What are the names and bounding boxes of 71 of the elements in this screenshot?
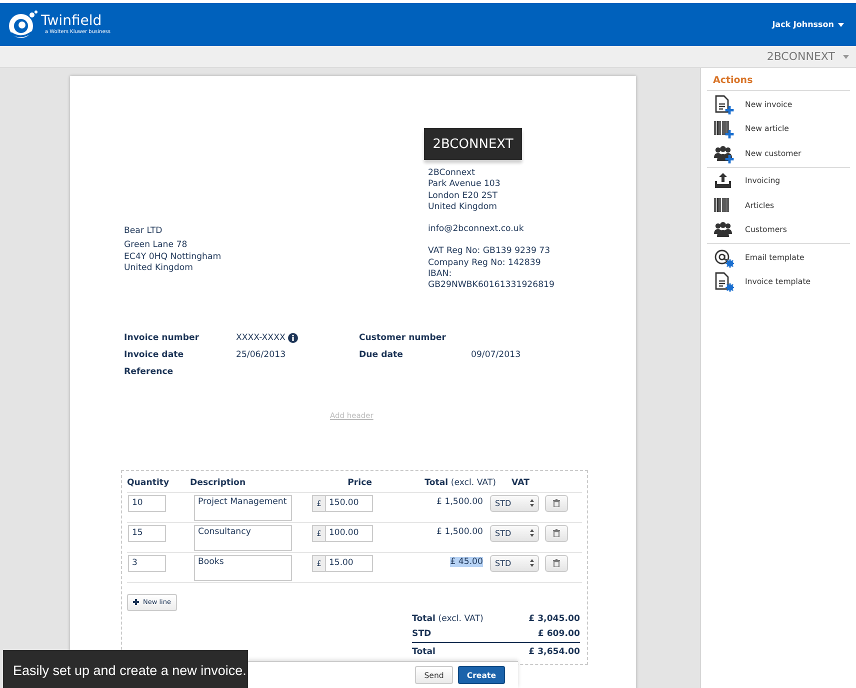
field-value: XXXX-XXXX [236,332,286,345]
quantity-field[interactable]: 10 [128,494,166,512]
field-value: 09/07/2013 [471,348,521,362]
registration-line: IBAN: [428,269,453,280]
line-total: £ 45.00 [450,556,483,567]
plus-badge-icon [725,154,734,164]
registration-line: Company Reg No: 142839 [428,258,542,270]
column-header: Quantity [127,478,170,488]
caret-icon [843,54,849,58]
gear-badge-icon [725,283,734,292]
caption-text: Easily set up and create a new invoice. [13,663,246,678]
trash-icon [553,559,560,568]
total-label: STD [412,628,432,641]
line-total: £ 1,500.00 [436,526,483,537]
field-label: Customer number [359,332,447,345]
gear-badge-icon [725,258,734,268]
vat-select[interactable]: STD [490,524,539,542]
plus-badge-icon [725,130,734,140]
line-total: £ 1,500.00 [436,496,483,507]
price-field[interactable]: 150.00 [325,494,373,512]
total-label: Total (excl. VAT) [412,612,484,626]
spinner-arrows-icon [530,529,534,538]
vat-select[interactable]: STD [490,494,539,512]
caret-icon [838,22,844,26]
column-header: Description [190,478,246,488]
customer-name: Bear LTD [124,226,164,238]
company-selector[interactable]: 2BCONNEXT [766,50,849,63]
description-field[interactable]: Consultancy [194,524,292,551]
spinner-arrows-icon [530,559,534,568]
trash-icon [553,529,560,538]
user-menu[interactable]: Jack Johnsson [772,20,844,29]
actions-heading: Actions [707,73,850,91]
field-label: Reference [124,366,174,379]
delete-button[interactable] [545,524,568,542]
sender-address-line: London E20 2ST [428,190,499,202]
delete-button[interactable] [545,494,568,512]
company-logo: 2BCONNEXT [424,128,522,160]
customer-address-line: EC4Y 0HQ Nottingham [124,252,222,263]
description-field[interactable]: Books [194,554,292,581]
brand-name: Twinfield [41,14,103,29]
vat-select[interactable]: STD [490,554,539,572]
field-label: Invoice date [124,348,185,362]
total-amount: £ 3,654.00 [528,646,580,659]
price-field[interactable]: 100.00 [325,524,373,542]
sender-address-line: United Kingdom [428,202,498,214]
delete-button[interactable] [545,554,568,572]
price-field[interactable]: 15.00 [325,554,373,572]
trash-icon [553,499,560,508]
field-label: Due date [359,348,404,362]
customer-address-line: United Kingdom [124,262,194,274]
field-value: 25/06/2013 [236,348,286,362]
total-label: Total [412,646,436,659]
spinner-arrows-icon [530,499,534,508]
total-amount: £ 609.00 [538,628,580,641]
field-label: Invoice number [124,332,200,345]
sender-email: info@2bconnext.co.uk [428,224,525,236]
quantity-field[interactable]: 15 [128,524,166,542]
logo-icon [8,10,38,40]
sender-address-line: Park Avenue 103 [428,179,502,191]
description-field[interactable]: Project Management [194,494,292,521]
column-header: Price [348,478,372,488]
registration-line: VAT Reg No: GB139 9239 73 [428,246,552,258]
total-amount: £ 3,045.00 [528,612,580,626]
column-header: VAT [512,478,530,488]
registration-line: GB29NWBK60161331926819 [428,280,556,292]
plus-badge-icon [725,106,734,115]
customer-address-line: Green Lane 78 [124,240,188,252]
sender-address-line: 2BConnext [428,168,476,180]
plus-icon [133,599,139,606]
column-header: Total (excl. VAT) [424,478,496,488]
quantity-field[interactable]: 3 [128,554,166,572]
